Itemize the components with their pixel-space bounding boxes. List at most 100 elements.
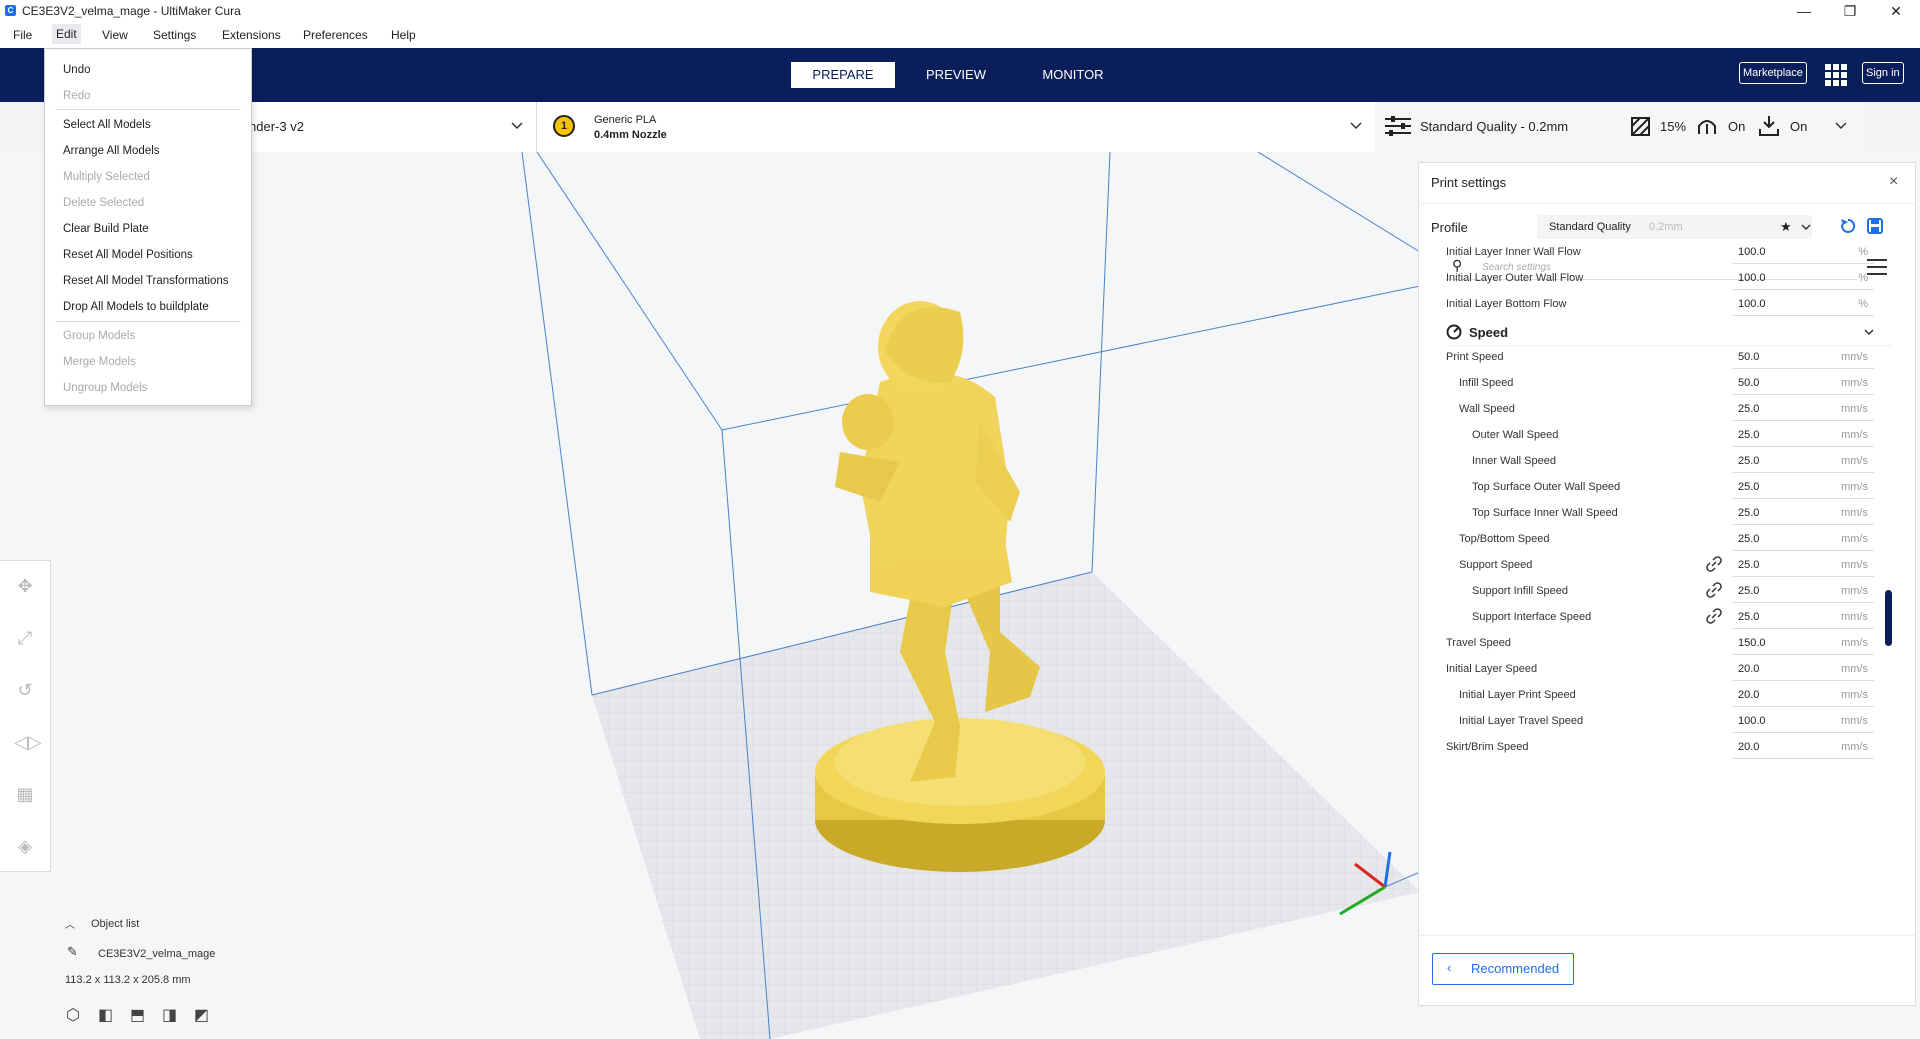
setting-row: Initial Layer Outer Wall Flow 100.0% (1419, 266, 1889, 292)
menu-edit[interactable]: Edit (52, 24, 81, 44)
left-view-icon[interactable]: ◨ (162, 1005, 184, 1025)
setting-value-field[interactable]: 25.0 mm/s (1732, 450, 1874, 473)
menu-drop-all-models[interactable]: Drop All Models to buildplate (63, 301, 209, 313)
close-icon[interactable]: × (1889, 173, 1898, 191)
setting-row: Support Interface Speed 25.0 mm/s (1419, 605, 1889, 631)
setting-value-field[interactable]: 50.0 mm/s (1732, 346, 1874, 369)
tab-preview[interactable]: PREVIEW (910, 62, 1002, 88)
setting-label: Top Surface Inner Wall Speed (1472, 507, 1618, 519)
chevron-down-icon[interactable] (1801, 224, 1811, 231)
menu-ungroup-models: Ungroup Models (63, 382, 148, 394)
setting-value-field[interactable]: 100.0% (1732, 293, 1874, 316)
setting-value-field[interactable]: 100.0 mm/s (1732, 710, 1874, 733)
profile-select[interactable]: Standard Quality 0.2mm ★ (1537, 215, 1812, 239)
chevron-down-icon[interactable] (511, 122, 523, 130)
profile-layer-height: 0.2mm (1649, 221, 1683, 233)
extruder-badge: 1 (553, 115, 575, 137)
link-icon[interactable] (1706, 556, 1722, 572)
setting-row: Support Infill Speed 25.0 mm/s (1419, 579, 1889, 605)
tab-monitor[interactable]: MONITOR (1027, 62, 1119, 88)
setting-unit: mm/s (1841, 403, 1868, 415)
star-icon[interactable]: ★ (1780, 219, 1792, 235)
menu-settings[interactable]: Settings (153, 28, 196, 42)
setting-label: Initial Layer Travel Speed (1459, 715, 1584, 727)
sliders-icon (1385, 116, 1411, 136)
menu-reset-all-model-transformations[interactable]: Reset All Model Transformations (63, 275, 229, 287)
setting-label: Initial Layer Outer Wall Flow (1446, 272, 1584, 284)
material-name[interactable]: Generic PLA (594, 114, 656, 126)
menu-preferences[interactable]: Preferences (303, 28, 368, 42)
marketplace-button[interactable]: Marketplace (1739, 62, 1807, 84)
sign-in-button[interactable]: Sign in (1862, 62, 1904, 84)
setting-unit: mm/s (1841, 559, 1868, 571)
recommended-button[interactable]: ‹ Recommended (1432, 953, 1574, 985)
link-icon[interactable] (1706, 582, 1722, 598)
divider (536, 102, 537, 152)
menu-arrange-all-models[interactable]: Arrange All Models (63, 145, 160, 157)
setting-unit: % (1858, 246, 1868, 258)
object-dimensions: 113.2 x 113.2 x 205.8 mm (65, 974, 191, 986)
setting-value-field[interactable]: 50.0 mm/s (1732, 372, 1874, 395)
menu-extensions[interactable]: Extensions (222, 28, 281, 42)
setting-value-field[interactable]: 25.0 mm/s (1732, 424, 1874, 447)
setting-value-field[interactable]: 150.0 mm/s (1732, 632, 1874, 655)
setting-row: Print Speed 50.0 mm/s (1419, 345, 1889, 371)
link-icon[interactable] (1706, 608, 1722, 624)
save-icon[interactable] (1867, 218, 1883, 234)
menu-help[interactable]: Help (391, 28, 416, 42)
setting-label: Support Speed (1459, 559, 1533, 571)
chevron-down-icon[interactable] (1350, 122, 1362, 130)
restore-icon[interactable]: ❐ (1827, 0, 1873, 22)
per-model-settings-icon[interactable]: ▦ (14, 783, 36, 805)
setting-value-field[interactable]: 25.0 mm/s (1732, 476, 1874, 499)
category-label: Speed (1469, 325, 1509, 340)
setting-value-field[interactable]: 20.0 mm/s (1732, 736, 1874, 759)
scale-icon[interactable]: ⤢ (14, 627, 36, 649)
right-view-icon[interactable]: ◩ (194, 1005, 216, 1025)
move-icon[interactable]: ✥ (14, 575, 36, 597)
minimize-icon[interactable]: — (1781, 0, 1827, 22)
setting-value-field[interactable]: 25.0 mm/s (1732, 528, 1874, 551)
print-setup-selector[interactable]: Standard Quality - 0.2mm 15% On On (1375, 102, 1865, 152)
menu-undo[interactable]: Undo (63, 64, 91, 76)
pencil-icon[interactable]: ✎ (67, 944, 78, 960)
object-list-header[interactable]: Object list (91, 918, 139, 930)
setting-value-field[interactable]: 25.0 mm/s (1732, 606, 1874, 629)
setting-label: Support Interface Speed (1472, 611, 1592, 623)
setting-unit: mm/s (1841, 455, 1868, 467)
3d-view-icon[interactable]: ⬡ (66, 1005, 88, 1025)
mirror-icon[interactable]: ◁▷ (14, 731, 42, 753)
setting-value-field[interactable]: 100.0% (1732, 267, 1874, 290)
support-blocker-icon[interactable]: ◈ (14, 835, 36, 857)
top-view-icon[interactable]: ⬒ (130, 1005, 152, 1025)
object-name[interactable]: CE3E3V2_velma_mage (98, 948, 215, 960)
menu-clear-build-plate[interactable]: Clear Build Plate (63, 223, 149, 235)
setting-value-field[interactable]: 25.0 mm/s (1732, 398, 1874, 421)
setting-value-field[interactable]: 20.0 mm/s (1732, 684, 1874, 707)
menu-view[interactable]: View (102, 28, 128, 42)
printer-name[interactable]: nder-3 v2 (249, 119, 304, 134)
chevron-down-icon[interactable] (1835, 122, 1847, 130)
settings-scrollbar[interactable] (1885, 590, 1892, 646)
menu-file[interactable]: File (13, 28, 32, 42)
tab-prepare[interactable]: PREPARE (791, 62, 895, 88)
setting-value-field[interactable]: 25.0 mm/s (1732, 502, 1874, 525)
chevron-up-icon[interactable]: ︿ (65, 916, 75, 931)
setting-value-field[interactable]: 100.0% (1732, 241, 1874, 264)
left-toolbar: ✥ ⤢ ↺ ◁▷ ▦ ◈ (0, 560, 51, 872)
menu-select-all-models[interactable]: Select All Models (63, 119, 151, 131)
setting-value: 100.0 (1738, 298, 1766, 310)
setting-value-field[interactable]: 25.0 mm/s (1732, 580, 1874, 603)
reset-icon[interactable] (1840, 218, 1856, 234)
setting-value-field[interactable]: 20.0 mm/s (1732, 658, 1874, 681)
menu-reset-all-model-positions[interactable]: Reset All Model Positions (63, 249, 193, 261)
front-view-icon[interactable]: ◧ (98, 1005, 120, 1025)
rotate-icon[interactable]: ↺ (14, 679, 36, 701)
setting-value: 20.0 (1738, 689, 1760, 701)
chevron-down-icon[interactable] (1864, 329, 1874, 336)
category-speed[interactable]: Speed (1446, 319, 1891, 346)
setting-value-field[interactable]: 25.0 mm/s (1732, 554, 1874, 577)
nozzle-size[interactable]: 0.4mm Nozzle (594, 129, 667, 141)
close-icon[interactable]: ✕ (1873, 0, 1919, 22)
apps-grid-icon[interactable] (1825, 64, 1847, 86)
